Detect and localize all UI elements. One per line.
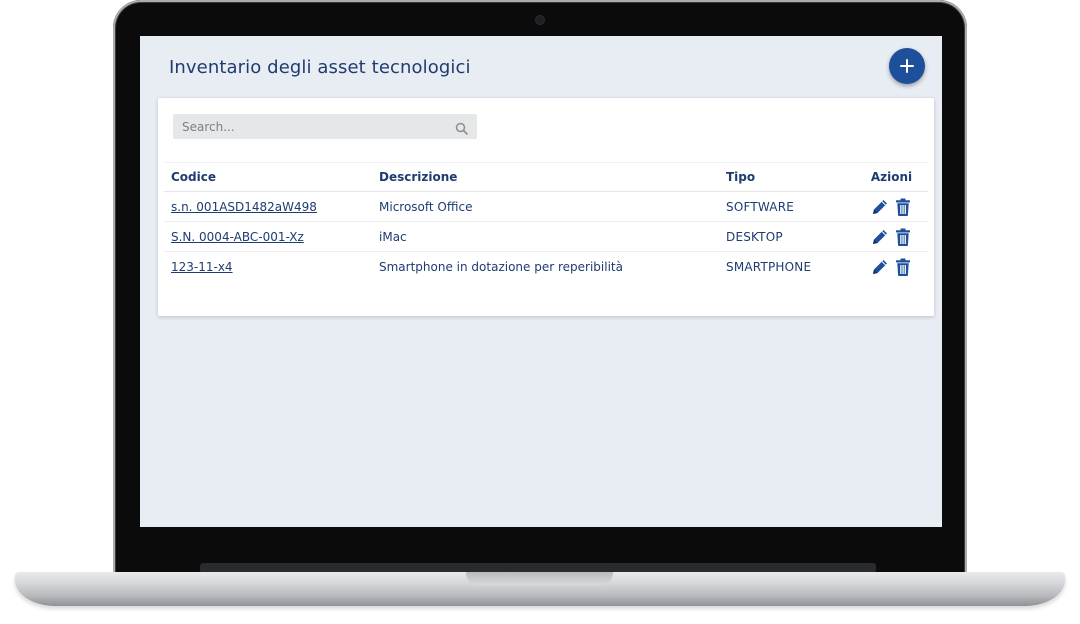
column-header-description[interactable]: Descrizione: [372, 163, 719, 192]
asset-code-link[interactable]: s.n. 001ASD1482aW498: [171, 200, 317, 214]
asset-type: SOFTWARE: [726, 199, 795, 214]
trash-icon[interactable]: [893, 257, 913, 277]
table-header-row: Codice Descrizione Tipo Azioni: [164, 162, 928, 192]
asset-table: Codice Descrizione Tipo Azioni s.n. 001A…: [164, 162, 928, 282]
table-row: S.N. 0004-ABC-001-Xz iMac DESKTOP: [164, 222, 928, 252]
trash-icon[interactable]: [893, 197, 913, 217]
asset-table-card: Codice Descrizione Tipo Azioni s.n. 001A…: [158, 98, 934, 316]
webcam: [536, 16, 544, 24]
page-header: Inventario degli asset tecnologici: [140, 36, 942, 98]
pencil-icon[interactable]: [870, 257, 890, 277]
row-actions: [855, 222, 928, 252]
laptop-base-notch: [466, 572, 613, 585]
screen: Inventario degli asset tecnologici Searc…: [140, 36, 942, 527]
asset-type: SMARTPHONE: [726, 259, 812, 274]
column-header-type[interactable]: Tipo: [719, 163, 855, 192]
search-icon[interactable]: [455, 120, 468, 135]
add-asset-button[interactable]: [889, 48, 925, 84]
page-title: Inventario degli asset tecnologici: [169, 57, 471, 78]
asset-description: Smartphone in dotazione per reperibilità: [379, 259, 623, 274]
search-box: [173, 114, 477, 139]
trash-icon[interactable]: [893, 227, 913, 247]
asset-description: iMac: [379, 229, 407, 244]
table-row: 123-11-x4 Smartphone in dotazione per re…: [164, 252, 928, 282]
table-row: s.n. 001ASD1482aW498 Microsoft Office SO…: [164, 192, 928, 222]
pencil-icon[interactable]: [870, 227, 890, 247]
column-header-code[interactable]: Codice: [164, 163, 372, 192]
asset-code-link[interactable]: S.N. 0004-ABC-001-Xz: [171, 230, 304, 244]
asset-type: DESKTOP: [726, 229, 783, 244]
row-actions: [855, 192, 928, 222]
plus-icon: [900, 59, 914, 73]
asset-description: Microsoft Office: [379, 199, 473, 214]
search-input[interactable]: [173, 114, 443, 139]
asset-code-link[interactable]: 123-11-x4: [171, 260, 233, 274]
pencil-icon[interactable]: [870, 197, 890, 217]
row-actions: [855, 252, 928, 282]
column-header-actions: Azioni: [870, 170, 913, 184]
